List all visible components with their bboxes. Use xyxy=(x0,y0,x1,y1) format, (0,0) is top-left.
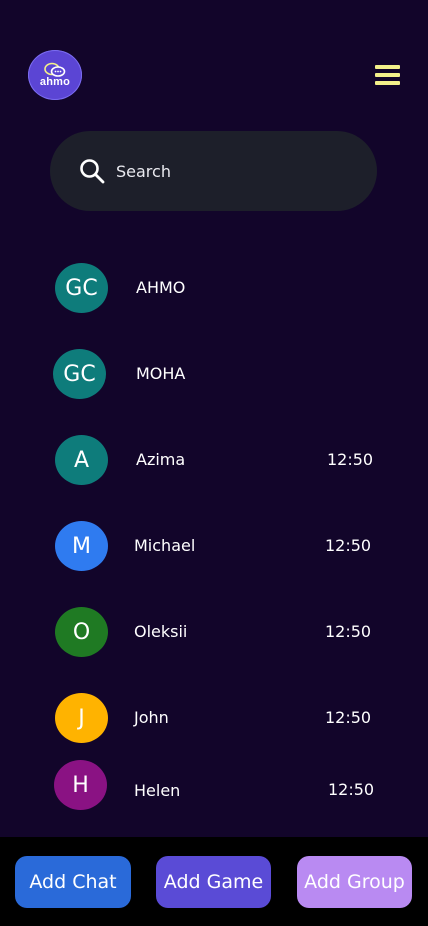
chat-time: 12:50 xyxy=(325,536,372,555)
add-group-button[interactable]: Add Group xyxy=(297,856,412,908)
chat-item-oleksii[interactable]: O Oleksii 12:50 xyxy=(0,602,428,662)
chat-name: Michael xyxy=(134,536,196,555)
search-bar[interactable] xyxy=(50,131,377,211)
menu-line xyxy=(375,65,400,69)
menu-line xyxy=(375,73,400,77)
avatar: A xyxy=(55,435,108,485)
chat-time: 12:50 xyxy=(325,622,372,641)
app-logo: ahmo xyxy=(28,50,82,100)
avatar: M xyxy=(55,521,108,571)
chat-item-john[interactable]: J John 12:50 xyxy=(0,688,428,748)
chat-name: MOHA xyxy=(136,364,186,383)
hamburger-menu-icon[interactable] xyxy=(375,65,400,85)
chat-time: 12:50 xyxy=(328,780,375,799)
chat-item-moha[interactable]: GC MOHA xyxy=(0,344,428,404)
avatar: GC xyxy=(55,263,108,313)
chat-name: Helen xyxy=(134,781,181,800)
bottom-action-bar: Add Chat Add Game Add Group xyxy=(0,837,428,926)
avatar: GC xyxy=(53,349,106,399)
menu-line xyxy=(375,81,400,85)
chat-name: John xyxy=(134,708,169,727)
search-icon xyxy=(80,159,105,184)
chat-time: 12:50 xyxy=(325,708,372,727)
add-game-button[interactable]: Add Game xyxy=(156,856,271,908)
avatar: O xyxy=(55,607,108,657)
search-input[interactable] xyxy=(114,160,358,182)
avatar: J xyxy=(55,693,108,743)
avatar: H xyxy=(54,760,107,810)
chat-item-azima[interactable]: A Azima 12:50 xyxy=(0,430,428,490)
chat-name: Azima xyxy=(136,450,186,469)
chat-item-ahmo[interactable]: GC AHMO xyxy=(0,258,428,318)
add-chat-button[interactable]: Add Chat xyxy=(15,856,131,908)
chat-name: Oleksii xyxy=(134,622,188,641)
chat-name: AHMO xyxy=(136,278,186,297)
chat-time: 12:50 xyxy=(327,450,374,469)
chat-item-michael[interactable]: M Michael 12:50 xyxy=(0,516,428,576)
chat-item-helen[interactable]: H Helen 12:50 xyxy=(0,756,428,816)
logo-text: ahmo xyxy=(39,76,71,88)
